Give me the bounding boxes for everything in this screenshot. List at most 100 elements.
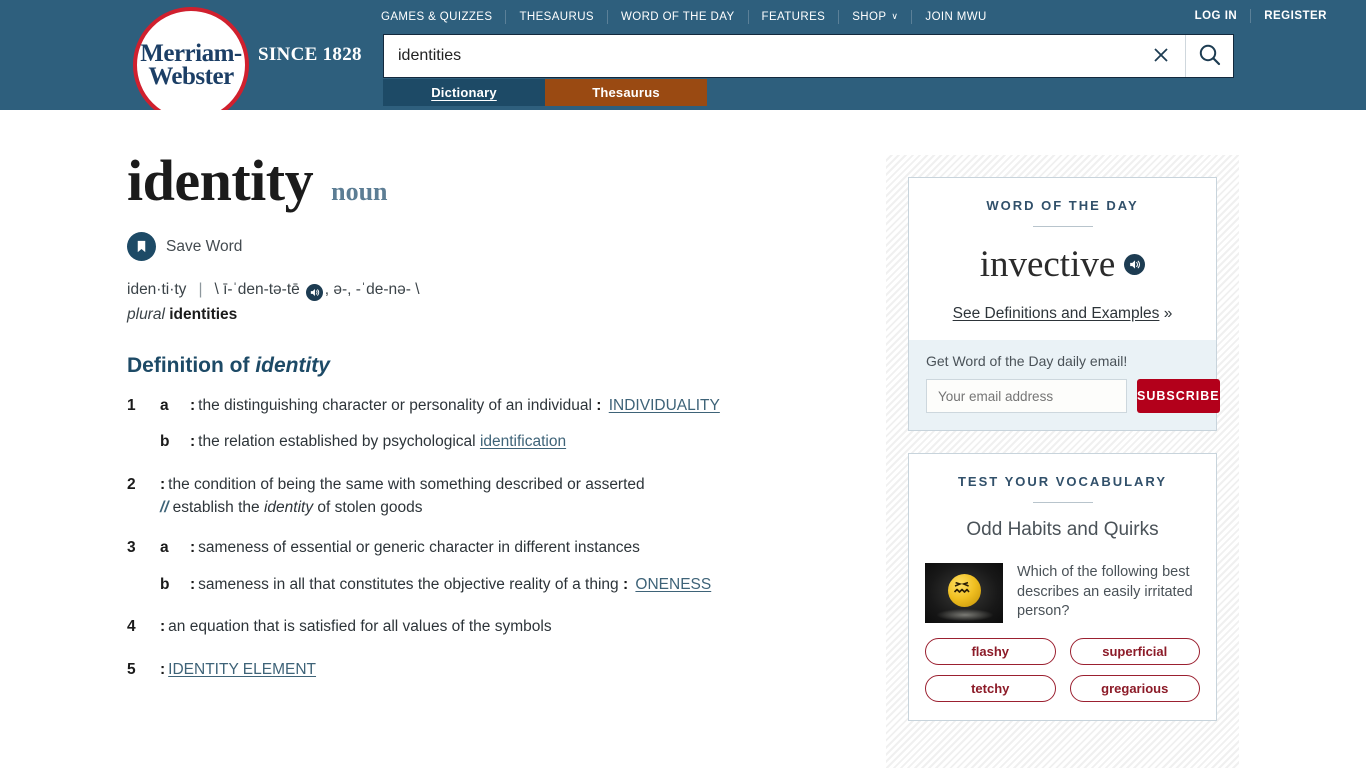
- word-of-the-day-kicker: WORD OF THE DAY: [986, 198, 1139, 213]
- subscribe-button[interactable]: SUBSCRIBE: [1137, 379, 1220, 413]
- tab-thesaurus[interactable]: Thesaurus: [545, 79, 707, 106]
- part-of-speech: noun: [331, 177, 388, 206]
- sense-body: the condition of being the same with som…: [168, 475, 645, 493]
- sense-row: b : sameness in all that constitutes the …: [127, 574, 867, 596]
- pronunciation-row: iden·ti·ty | \ ī-ˈden-tə-tē , ə-, -ˈde-n…: [127, 281, 867, 301]
- tab-dictionary[interactable]: Dictionary: [383, 79, 545, 106]
- sense-colon: :: [160, 660, 166, 678]
- sense-row: b : the relation established by psycholog…: [127, 431, 867, 453]
- page-content: identity noun Save Word iden·ti·ty | \ ī…: [0, 110, 1366, 768]
- headword-row: identity noun: [127, 152, 867, 210]
- sense-number: 5: [127, 660, 136, 678]
- pronunciation-divider: |: [198, 281, 203, 298]
- cross-reference-link[interactable]: INDIVIDUALITY: [609, 397, 720, 414]
- sense-text: : sameness in all that constitutes the ob…: [190, 574, 867, 596]
- email-field[interactable]: [926, 379, 1127, 413]
- sense-body: an equation that is satisfied for all va…: [168, 618, 552, 636]
- quiz-body: Which of the following best describes an…: [925, 563, 1200, 623]
- dictionary-entry: identity noun Save Word iden·ti·ty | \ ī…: [127, 152, 867, 701]
- nav-item-shop[interactable]: SHOP ∨: [852, 11, 898, 23]
- nav-divider: [747, 10, 749, 24]
- definition-heading: Definition of identity: [127, 354, 867, 378]
- word-of-the-day-card: WORD OF THE DAY invective See Definition…: [908, 177, 1220, 431]
- bookmark-icon: [127, 232, 156, 261]
- definition-heading-prefix: Definition of: [127, 354, 256, 377]
- quiz-option-flashy[interactable]: flashy: [925, 638, 1056, 665]
- nav-divider: [505, 10, 507, 24]
- sense-group: 5 : IDENTITY ELEMENT: [127, 659, 867, 681]
- logo-line-2: Webster: [148, 63, 234, 90]
- nav-item-games-quizzes[interactable]: GAMES & QUIZZES: [381, 11, 492, 23]
- search-input[interactable]: [384, 35, 1137, 77]
- quiz-option-superficial[interactable]: superficial: [1069, 638, 1200, 665]
- newsletter-row: SUBSCRIBE: [926, 379, 1220, 413]
- divider: [1032, 502, 1093, 503]
- sense-number: 1: [127, 397, 136, 414]
- nav-item-shop-label: SHOP: [852, 11, 887, 23]
- quiz-option-gregarious[interactable]: gregarious: [1069, 675, 1200, 702]
- sense-row: 4 : an equation that is satisfied for all…: [127, 616, 867, 638]
- sense-row: 5 : IDENTITY ELEMENT: [127, 659, 867, 681]
- quiz-title: Odd Habits and Quirks: [966, 519, 1159, 540]
- save-word-button[interactable]: Save Word: [127, 232, 867, 261]
- login-link[interactable]: LOG IN: [1195, 10, 1238, 22]
- sense-inner-colon: :: [622, 575, 629, 593]
- see-definitions-link[interactable]: See Definitions and Examples »: [925, 305, 1200, 323]
- see-definitions-label: See Definitions and Examples: [952, 305, 1160, 322]
- speaker-icon[interactable]: [305, 283, 323, 301]
- example-keyword: identity: [263, 499, 314, 517]
- cross-reference-link[interactable]: ONENESS: [635, 576, 711, 593]
- search-scope-tabs: Dictionary Thesaurus: [383, 79, 707, 106]
- sense-letter: b: [160, 575, 170, 593]
- newsletter-signup: Get Word of the Day daily email! SUBSCRI…: [909, 340, 1220, 430]
- sense-row: 3 a : sameness of essential or generic ch…: [127, 537, 867, 559]
- syllabification: iden·ti·ty: [127, 281, 187, 298]
- quiz-thumbnail-image: [925, 563, 1003, 623]
- quiz-option-tetchy[interactable]: tetchy: [925, 675, 1056, 702]
- inflection-form: identities: [169, 306, 238, 323]
- nav-item-features[interactable]: FEATURES: [762, 11, 826, 23]
- sense-body: sameness in all that constitutes the obj…: [198, 575, 623, 593]
- speaker-icon[interactable]: [1124, 254, 1146, 275]
- cross-reference-link[interactable]: identification: [480, 433, 566, 450]
- sense-number: 4: [127, 618, 136, 636]
- nav-item-word-of-the-day[interactable]: WORD OF THE DAY: [621, 11, 735, 23]
- nav-divider: [911, 10, 913, 24]
- sense-letter: b: [160, 433, 170, 451]
- register-link[interactable]: REGISTER: [1264, 10, 1327, 22]
- sense-text: : sameness of essential or generic charac…: [190, 537, 867, 559]
- divider: [1032, 226, 1093, 227]
- since-tagline: SINCE 1828: [258, 44, 362, 65]
- sense-colon: :: [190, 539, 196, 557]
- search-icon: [1197, 42, 1223, 71]
- pronunciation-primary: \ ī-ˈden-tə-tē: [214, 281, 300, 298]
- chevron-down-icon: ∨: [891, 11, 899, 21]
- sense-text: : an equation that is satisfied for all v…: [160, 616, 867, 638]
- logo-line-1: Merriam-: [140, 40, 242, 67]
- word-of-the-day-word[interactable]: invective: [980, 243, 1116, 286]
- save-word-label: Save Word: [166, 237, 243, 255]
- sense-body: the distinguishing character or personal…: [198, 397, 597, 414]
- search-submit-button[interactable]: [1185, 35, 1233, 77]
- sense-number: 3: [127, 539, 136, 557]
- clear-search-button[interactable]: [1137, 35, 1185, 77]
- nav-divider: [838, 10, 840, 24]
- nav-divider: [1250, 9, 1252, 23]
- arrow-right-icon: »: [1163, 305, 1173, 322]
- pronunciation-variants: , ə-, -ˈde-nə- \: [324, 281, 420, 298]
- close-icon: [1151, 45, 1171, 68]
- definition-heading-word: identity: [255, 354, 330, 377]
- sidebar: WORD OF THE DAY invective See Definition…: [886, 155, 1239, 768]
- merriam-webster-logo[interactable]: Merriam- Webster: [133, 7, 249, 123]
- newsletter-title: Get Word of the Day daily email!: [926, 353, 1128, 369]
- sense-example: //establish the identity of stolen goods: [127, 499, 867, 517]
- sense-text: : the distinguishing character or persona…: [190, 395, 867, 417]
- sense-group: 2 : the condition of being the same with …: [127, 474, 867, 517]
- example-after: of stolen goods: [313, 499, 423, 517]
- nav-item-thesaurus[interactable]: THESAURUS: [519, 11, 594, 23]
- sense-row: 1 a : the distinguishing character or per…: [127, 395, 867, 417]
- cross-reference-link[interactable]: IDENTITY ELEMENT: [168, 661, 316, 678]
- nav-item-join-mwu[interactable]: JOIN MWU: [925, 11, 986, 23]
- quiz-options: flashy superficial tetchy gregarious: [925, 638, 1200, 720]
- search-bar: [383, 34, 1234, 78]
